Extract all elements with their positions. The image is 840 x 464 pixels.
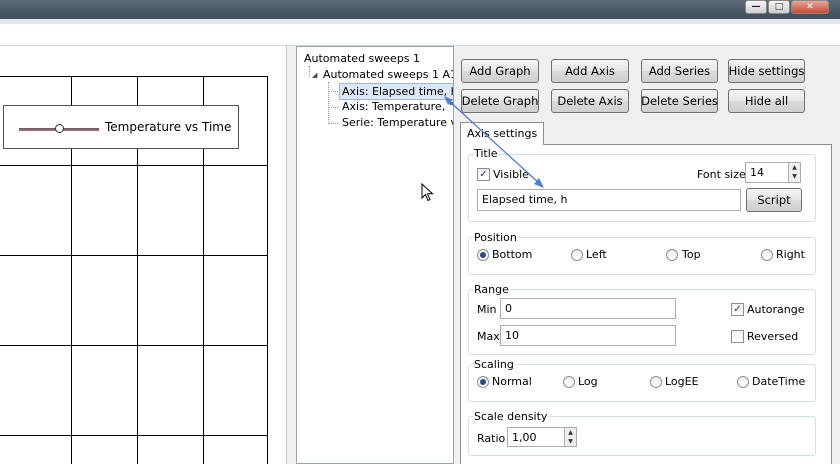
tree-item-axis-x[interactable]: Axis: Elapsed time, h [339, 83, 453, 100]
tree-connector [328, 123, 338, 124]
mouse-pointer-icon [421, 183, 434, 202]
panel-splitter[interactable] [287, 46, 296, 464]
position-top-label: Top [682, 248, 701, 261]
scaling-log-radio[interactable] [563, 376, 575, 388]
ratio-spinner[interactable]: ▲ ▼ [564, 427, 577, 447]
plot-right-border [267, 76, 268, 464]
add-graph-button[interactable]: Add Graph [461, 59, 539, 83]
legend-series-label: Temperature vs Time [105, 120, 232, 134]
position-right-radio[interactable] [761, 249, 773, 261]
gridline-h [0, 435, 268, 436]
position-left-label: Left [586, 248, 607, 261]
ratio-input[interactable]: 1,00 [507, 427, 565, 447]
toolbar-strip [0, 19, 840, 24]
gridline-h [0, 76, 268, 77]
position-top-radio[interactable] [666, 249, 678, 261]
scaling-logee-radio[interactable] [650, 376, 662, 388]
position-group-label: Position [473, 231, 518, 244]
tree-connector [328, 107, 338, 108]
chart-legend[interactable]: Temperature vs Time [3, 105, 239, 149]
range-group-label: Range [473, 283, 510, 296]
tree-item-axis-y[interactable]: Axis: Temperature, °C [342, 99, 453, 114]
reversed-label: Reversed [747, 330, 799, 343]
minimize-button[interactable]: — [745, 0, 767, 14]
maximize-button[interactable]: □ [768, 0, 790, 14]
hide-all-button[interactable]: Hide all [728, 89, 805, 113]
close-icon: ✕ [806, 2, 814, 12]
hide-settings-button[interactable]: Hide settings [728, 59, 805, 83]
font-size-spinner[interactable]: ▲ ▼ [788, 162, 801, 183]
tree-root-node[interactable]: Automated sweeps 1 [304, 51, 420, 66]
max-input[interactable]: 10 [500, 325, 676, 346]
tree-item-series[interactable]: Serie: Temperature vs Time [342, 115, 453, 130]
delete-axis-button[interactable]: Delete Axis [551, 89, 629, 113]
scale-density-group-label: Scale density [473, 410, 549, 423]
min-input[interactable]: 0 [500, 298, 676, 319]
font-size-label: Font size [697, 168, 746, 181]
scaling-normal-radio[interactable] [477, 376, 489, 388]
autorange-label: Autorange [747, 303, 805, 316]
window-titlebar [0, 0, 840, 19]
minimize-icon: — [751, 2, 761, 12]
spin-up-icon[interactable]: ▲ [789, 163, 800, 172]
spin-up-icon[interactable]: ▲ [565, 428, 576, 437]
max-label: Max [477, 330, 500, 343]
add-axis-button[interactable]: Add Axis [551, 59, 629, 83]
scaling-logee-label: LogEE [665, 375, 699, 388]
maximize-icon: □ [774, 2, 784, 12]
scaling-log-label: Log [578, 375, 598, 388]
close-button[interactable]: ✕ [791, 0, 829, 14]
script-button[interactable]: Script [746, 188, 802, 212]
legend-marker-icon [55, 124, 64, 133]
chart-canvas[interactable]: Temperature vs Time [0, 46, 287, 464]
autorange-checkbox[interactable]: ✓ [731, 303, 744, 316]
position-bottom-label: Bottom [492, 248, 533, 261]
ratio-label: Ratio [477, 432, 506, 445]
delete-series-button[interactable]: Delete Series [641, 89, 718, 113]
gridline-h [0, 165, 268, 166]
collapse-icon[interactable]: ◢ [312, 68, 317, 83]
scaling-datetime-label: DateTime [752, 375, 806, 388]
reversed-checkbox[interactable] [731, 330, 744, 343]
scaling-group-label: Scaling [473, 358, 515, 371]
font-size-input[interactable]: 14 [745, 162, 789, 183]
position-right-label: Right [776, 248, 805, 261]
min-label: Min [477, 303, 497, 316]
spin-down-icon[interactable]: ▼ [789, 172, 800, 181]
tree-sweep-node[interactable]: Automated sweeps 1 A10 M [323, 67, 453, 82]
position-left-radio[interactable] [571, 249, 583, 261]
window-controls: — □ ✕ [744, 0, 829, 14]
link-arrow-icon [444, 96, 544, 188]
gridline-h [0, 255, 268, 256]
tree-connector [309, 66, 310, 76]
tree-connector [328, 91, 338, 92]
spin-down-icon[interactable]: ▼ [565, 437, 576, 446]
add-series-button[interactable]: Add Series [641, 59, 718, 83]
tree-connector [328, 82, 329, 124]
position-bottom-radio[interactable] [477, 249, 489, 261]
gridline-h [0, 345, 268, 346]
object-tree[interactable]: Automated sweeps 1 ◢ Automated sweeps 1 … [296, 46, 454, 464]
axis-title-input[interactable]: Elapsed time, h [477, 189, 741, 211]
scaling-normal-label: Normal [492, 375, 532, 388]
scaling-datetime-radio[interactable] [737, 376, 749, 388]
